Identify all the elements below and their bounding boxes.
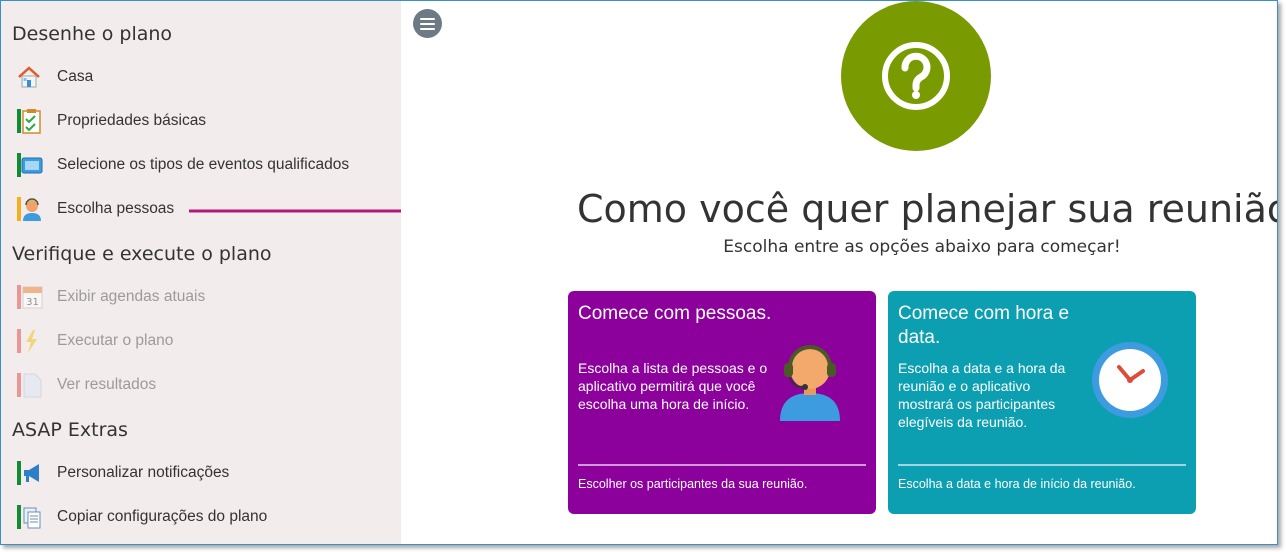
sidebar-item-label: Personalizar notificações bbox=[57, 464, 230, 481]
sidebar-item-label: Propriedades básicas bbox=[57, 112, 207, 129]
card-title: Comece com pessoas. bbox=[578, 303, 772, 324]
calendar-31-icon: 31 bbox=[15, 283, 43, 311]
start-with-people-card[interactable]: Comece com pessoas. Escolha a lista de p… bbox=[568, 291, 876, 514]
sidebar-item-label: Selecione os tipos de eventos qualificad… bbox=[57, 156, 350, 173]
copy-document-icon bbox=[15, 503, 43, 531]
hamburger-menu-icon[interactable] bbox=[413, 9, 442, 38]
page-subtitle: Escolha entre as opções abaixo para come… bbox=[723, 237, 1121, 257]
card-description: Escolha a lista de pessoas e o aplicativ… bbox=[578, 360, 768, 412]
sidebar-item-label: Escolha pessoas bbox=[57, 200, 175, 217]
sidebar-item-home[interactable]: Casa bbox=[15, 62, 395, 92]
megaphone-icon bbox=[15, 459, 43, 487]
clock-icon bbox=[1091, 341, 1169, 424]
main-content: Como você quer planejar sua reunião? Esc… bbox=[401, 1, 1277, 544]
section-title-verify: Verifique e execute o plano bbox=[12, 243, 272, 265]
lightning-icon bbox=[15, 327, 43, 355]
sidebar-item-run-plan[interactable]: Executar o plano bbox=[15, 326, 395, 356]
sidebar-item-label: Exibir agendas atuais bbox=[57, 288, 206, 305]
sidebar-item-notifications[interactable]: Personalizar notificações bbox=[15, 458, 395, 488]
sidebar-item-view-schedules[interactable]: 31 Exibir agendas atuais bbox=[15, 282, 395, 312]
card-divider bbox=[578, 464, 866, 466]
sidebar-item-copy-settings[interactable]: Copiar configurações do plano bbox=[15, 502, 395, 532]
sidebar-item-label: Casa bbox=[57, 68, 94, 85]
start-with-time-card[interactable]: Comece com hora e data. Escolha a data e… bbox=[888, 291, 1196, 514]
sidebar-item-view-results[interactable]: Ver resultados bbox=[15, 370, 395, 400]
section-title-extras: ASAP Extras bbox=[12, 419, 128, 441]
card-footer: Escolha a data e hora de início da reuni… bbox=[898, 477, 1136, 491]
sidebar-item-label: Executar o plano bbox=[57, 332, 174, 349]
sidebar-item-event-types[interactable]: Selecione os tipos de eventos qualificad… bbox=[15, 150, 395, 180]
section-title-design: Desenhe o plano bbox=[12, 23, 173, 45]
card-description: Escolha a data e a hora da reunião e o a… bbox=[898, 360, 1066, 430]
page-title: Como você quer planejar sua reunião? bbox=[577, 187, 1278, 231]
calendar-screen-icon bbox=[15, 151, 43, 179]
card-title: Comece com hora e data. bbox=[898, 303, 1070, 348]
card-divider bbox=[898, 464, 1186, 466]
sidebar-item-label: Ver resultados bbox=[57, 376, 157, 393]
question-mark-icon bbox=[841, 1, 991, 151]
sidebar: Desenhe o plano Casa Propriedades básica… bbox=[1, 1, 517, 544]
clipboard-check-icon bbox=[15, 107, 43, 135]
person-headset-icon bbox=[778, 337, 842, 426]
sidebar-item-basic-properties[interactable]: Propriedades básicas bbox=[15, 106, 395, 136]
app-window: Desenhe o plano Casa Propriedades básica… bbox=[0, 0, 1278, 545]
house-icon bbox=[15, 63, 43, 91]
person-icon bbox=[15, 195, 43, 223]
svg-text:31: 31 bbox=[26, 297, 39, 308]
sidebar-item-label: Copiar configurações do plano bbox=[57, 508, 268, 525]
card-footer: Escolher os participantes da sua reunião… bbox=[578, 477, 808, 491]
document-icon bbox=[15, 371, 43, 399]
